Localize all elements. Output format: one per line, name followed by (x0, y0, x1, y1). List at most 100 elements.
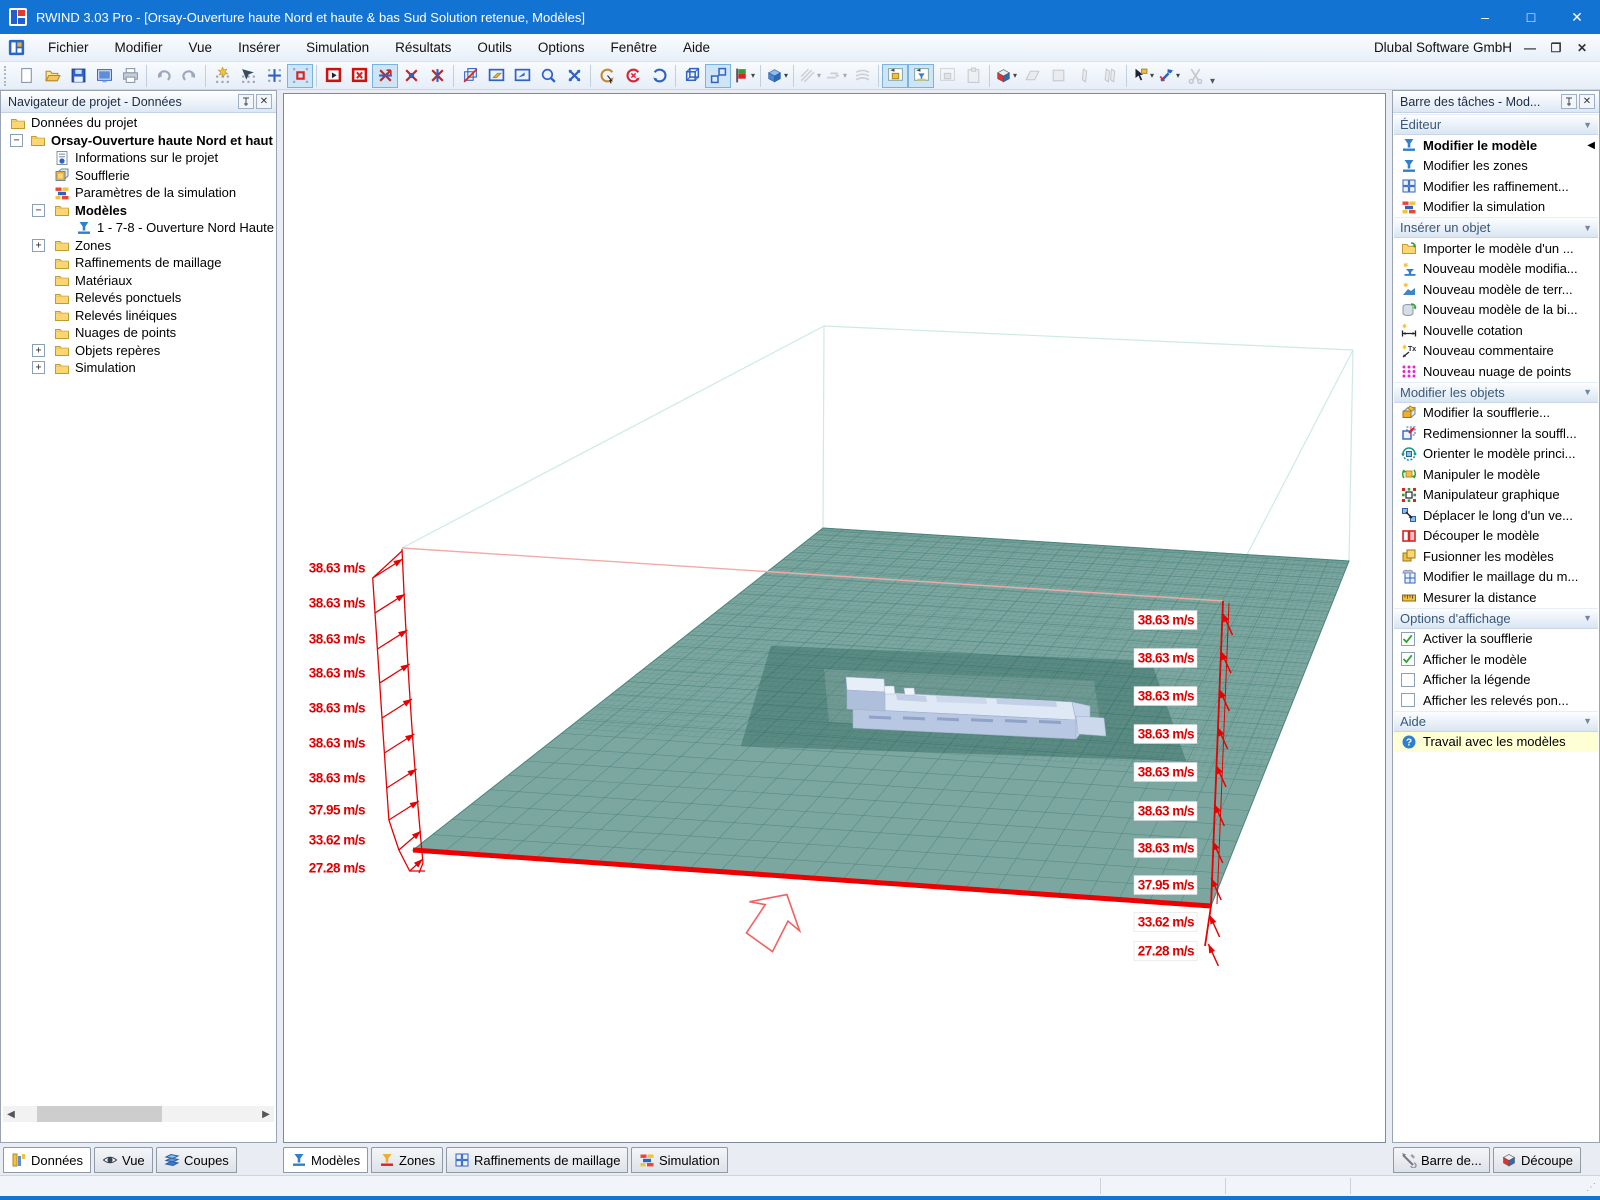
task-item-redimensionner-la-souffl-[interactable]: Redimensionner la souffl... (1394, 423, 1598, 444)
menu-rsultats[interactable]: Résultats (382, 34, 464, 61)
clear-view-button[interactable] (483, 64, 509, 88)
checkbox-checked-icon[interactable] (1401, 652, 1415, 667)
tree-item-zones[interactable]: + Zones (2, 237, 275, 255)
scroll-left-icon[interactable]: ◀ (3, 1106, 19, 1122)
task-item-modifier-les-zones[interactable]: Modifier les zones (1394, 156, 1598, 177)
task-item-nouveau-nuage-de-points[interactable]: Nouveau nuage de points (1394, 361, 1598, 382)
section-header-modifier-les-objets[interactable]: Modifier les objets ▼ (1394, 381, 1598, 403)
task-item-afficher-les-relev-s-pon-[interactable]: Afficher les relevés pon... (1394, 690, 1598, 711)
taskbar-close-icon[interactable]: ✕ (1579, 94, 1595, 109)
menu-aide[interactable]: Aide (670, 34, 723, 61)
tab-d-coupe[interactable]: Découpe (1493, 1147, 1582, 1173)
section-header--diteur[interactable]: Éditeur ▼ (1394, 114, 1598, 135)
task-item-orienter-le-mod-le-princi-[interactable]: Orienter le modèle princi... (1394, 444, 1598, 465)
scroll-right-icon[interactable]: ▶ (258, 1106, 274, 1122)
plane-1-button[interactable] (1019, 64, 1045, 88)
tab-barre-de-[interactable]: Barre de... (1393, 1147, 1490, 1173)
maximize-button[interactable]: □ (1508, 0, 1554, 34)
task-item-d-couper-le-mod-le[interactable]: Découper le modèle (1394, 526, 1598, 547)
tree-expander-icon[interactable]: − (32, 203, 45, 217)
tree-item-param-tres-de-la-simulation[interactable]: Paramètres de la simulation (2, 184, 275, 202)
grid-cross-button[interactable] (261, 64, 287, 88)
tree-expander-icon[interactable]: + (32, 343, 45, 357)
open-button[interactable] (39, 64, 65, 88)
section-header-aide[interactable]: Aide ▼ (1394, 710, 1598, 732)
clipboard-button[interactable] (960, 64, 986, 88)
task-item-d-placer-le-long-d-un-ve-[interactable]: Déplacer le long d'un ve... (1394, 505, 1598, 526)
show-model-button[interactable] (908, 63, 934, 88)
task-item-modifier-les-raffinement-[interactable]: Modifier les raffinement... (1394, 176, 1598, 197)
task-item-nouveau-mod-le-de-terr-[interactable]: Nouveau modèle de terr... (1394, 279, 1598, 300)
tree-item-mod-les[interactable]: − Modèles (2, 202, 275, 220)
mdi-close-button[interactable]: ✕ (1574, 41, 1590, 55)
menu-vue[interactable]: Vue (176, 34, 226, 61)
axes-2-button[interactable] (398, 64, 424, 88)
task-item-importer-le-mod-le-d-un-[interactable]: Importer le modèle d'un ... (1394, 238, 1598, 259)
cut-tool-button[interactable] (1182, 64, 1208, 88)
tree-item-1-7-8-ouverture-nord-haute-et-[interactable]: 1 - 7-8 - Ouverture Nord Haute et S (2, 219, 275, 237)
tab-simulation[interactable]: Simulation (631, 1147, 728, 1173)
hatch-button[interactable]: ▾ (797, 64, 823, 88)
flow-arrow-button[interactable]: ▾ (823, 64, 849, 88)
tree-item-relev-s-ponctuels[interactable]: Relevés ponctuels (2, 289, 275, 307)
tree-expander-icon[interactable]: + (32, 361, 45, 375)
tab-raffinements-de-maillage[interactable]: Raffinements de maillage (446, 1147, 629, 1173)
resize-grip[interactable]: ⋰ (1586, 1182, 1598, 1194)
snap-button[interactable] (209, 64, 235, 88)
select-snap-button[interactable] (235, 64, 261, 88)
tab-coupes[interactable]: Coupes (156, 1147, 237, 1173)
tab-mod-les[interactable]: Modèles (283, 1147, 369, 1173)
tree-item-objets-rep-res[interactable]: + Objets repères (2, 342, 275, 360)
tree-item-mat-riaux[interactable]: Matériaux (2, 272, 275, 290)
rotate-view-button[interactable] (594, 64, 620, 88)
undo-button[interactable] (150, 64, 176, 88)
task-item-manipuler-le-mod-le[interactable]: Manipuler le modèle (1394, 464, 1598, 485)
show-gray-button[interactable] (934, 64, 960, 88)
redo-button[interactable] (176, 64, 202, 88)
tree-item-simulation[interactable]: + Simulation (2, 359, 275, 377)
tree-item-raffinements-de-maillage[interactable]: Raffinements de maillage (2, 254, 275, 272)
task-item-nouveau-commentaire[interactable]: Tx Nouveau commentaire (1394, 341, 1598, 362)
close-view-button[interactable] (346, 64, 372, 88)
tree-item-nuages-de-points[interactable]: Nuages de points (2, 324, 275, 342)
task-item-nouveau-mod-le-modifia-[interactable]: Nouveau modèle modifia... (1394, 259, 1598, 280)
section-header-ins-rer-un-objet[interactable]: Insérer un objet ▼ (1394, 217, 1598, 238)
run-view-button[interactable] (320, 64, 346, 88)
tree-expander-icon[interactable]: − (10, 133, 23, 147)
task-item-modifier-le-maillage-du-m-[interactable]: Modifier le maillage du m... (1394, 567, 1598, 588)
view-corner-button[interactable] (509, 64, 535, 88)
clip-cube-button[interactable]: ▾ (993, 64, 1019, 88)
task-item-fusionner-les-mod-les[interactable]: Fusionner les modèles (1394, 546, 1598, 567)
pick-button[interactable]: ▾ (1130, 64, 1156, 88)
menu-insrer[interactable]: Insérer (225, 34, 293, 61)
checkbox-checked-icon[interactable] (1401, 631, 1415, 646)
streamlines-button[interactable] (849, 64, 875, 88)
task-item-mesurer-la-distance[interactable]: Mesurer la distance (1394, 587, 1598, 608)
checkbox-icon[interactable] (1401, 672, 1415, 687)
print-button[interactable] (117, 64, 143, 88)
axes-view-button[interactable] (372, 63, 398, 88)
scrollbar-thumb[interactable] (37, 1106, 162, 1122)
menu-outils[interactable]: Outils (464, 34, 525, 61)
task-item-activer-la-soufflerie[interactable]: Activer la soufflerie (1394, 629, 1598, 650)
project-view-button[interactable] (91, 64, 117, 88)
grid-target-button[interactable] (287, 63, 313, 88)
tree-item-donn-es-du-projet[interactable]: Données du projet (2, 114, 275, 132)
rotate-x-button[interactable] (620, 64, 646, 88)
plane-2-button[interactable] (1045, 64, 1071, 88)
menu-options[interactable]: Options (525, 34, 598, 61)
isometric-button[interactable] (457, 64, 483, 88)
tab-donn-es[interactable]: Données (3, 1147, 92, 1173)
tab-vue[interactable]: Vue (94, 1147, 153, 1173)
task-item-manipulateur-graphique[interactable]: Manipulateur graphique (1394, 485, 1598, 506)
mdi-restore-button[interactable]: ❐ (1548, 41, 1564, 55)
task-item-nouveau-mod-le-de-la-bi-[interactable]: Nouveau modèle de la bi... (1394, 300, 1598, 321)
tree-item-informations-sur-le-projet[interactable]: Informations sur le projet (2, 149, 275, 167)
mdi-minimize-button[interactable]: — (1522, 41, 1538, 55)
tree-item-orsay-ouverture-haute-nord-et-[interactable]: − Orsay-Ouverture haute Nord et haut (2, 132, 275, 150)
tree-item-soufflerie[interactable]: Soufflerie (2, 167, 275, 185)
task-item-modifier-la-simulation[interactable]: Modifier la simulation (1394, 197, 1598, 218)
task-item-afficher-le-mod-le[interactable]: Afficher le modèle (1394, 649, 1598, 670)
tab-zones[interactable]: Zones (371, 1147, 444, 1173)
axes-3-button[interactable] (424, 64, 450, 88)
